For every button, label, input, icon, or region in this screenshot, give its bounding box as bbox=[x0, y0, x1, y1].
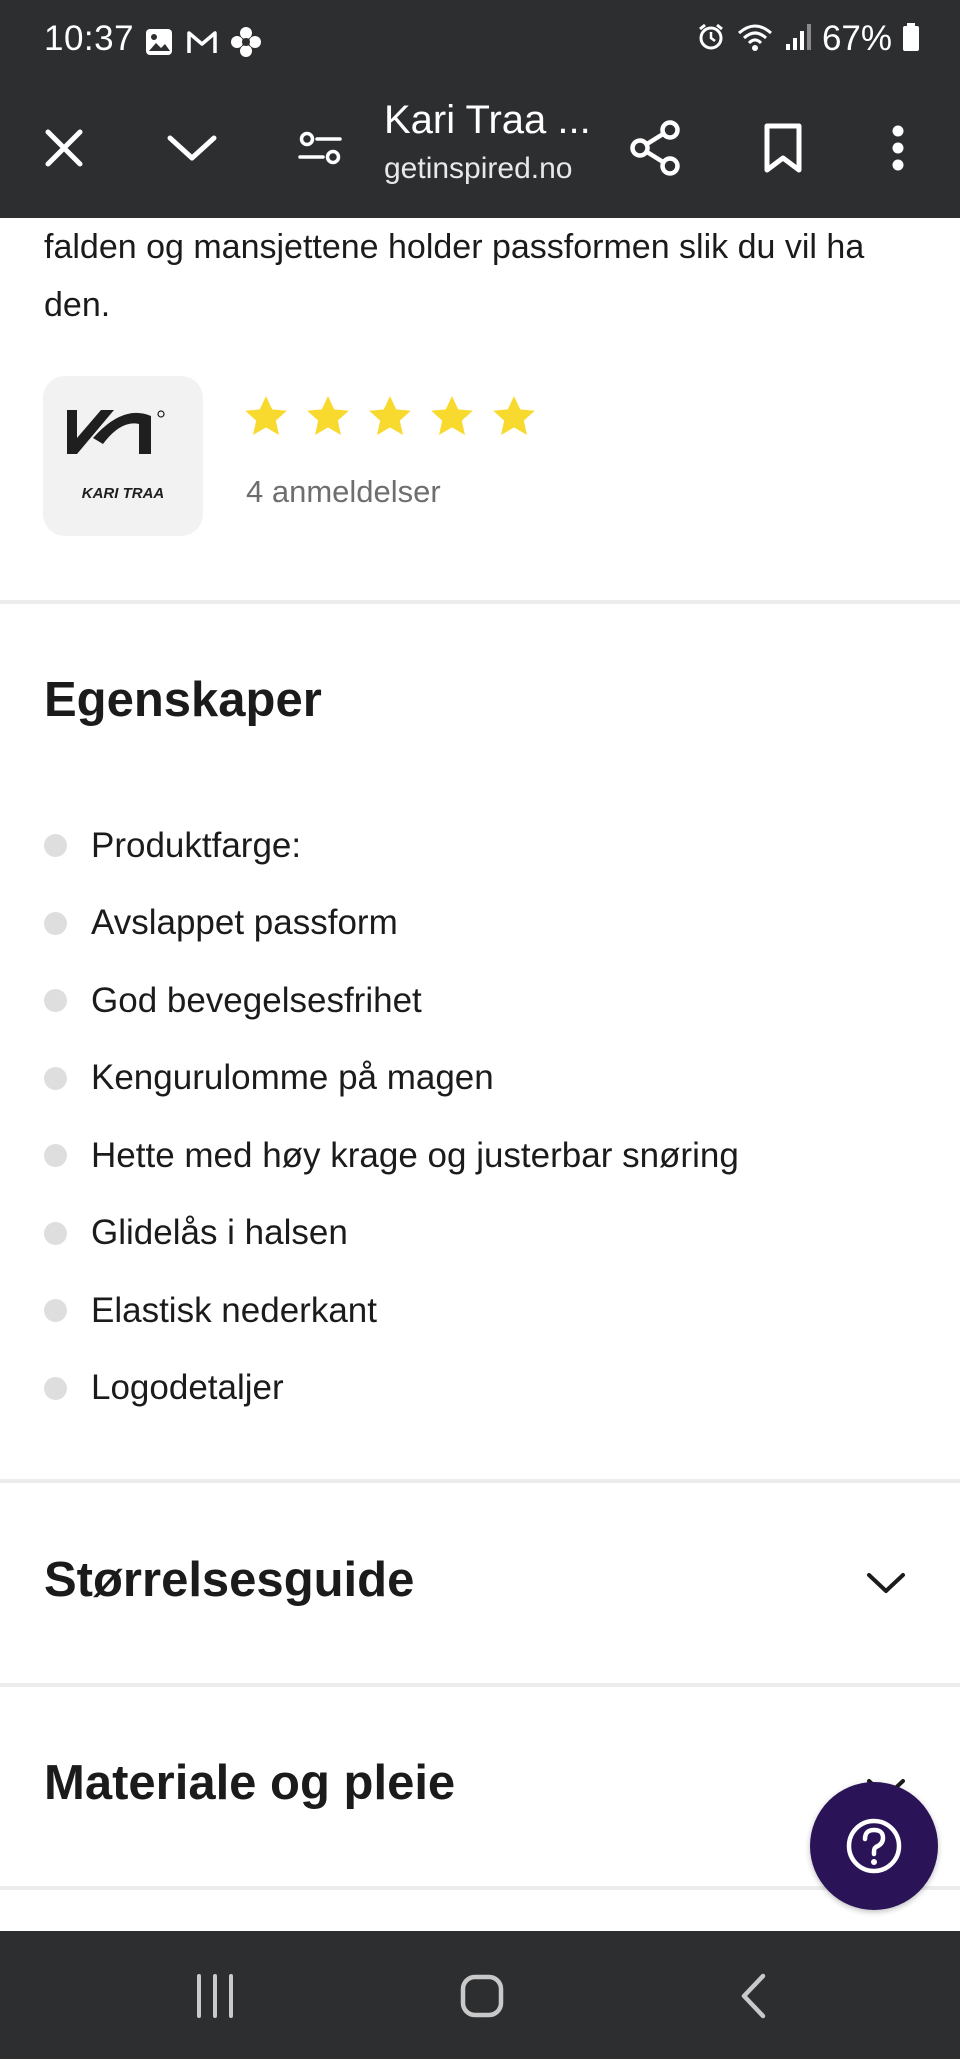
svg-text:KARI TRAA: KARI TRAA bbox=[82, 485, 165, 502]
bullet-icon bbox=[44, 1144, 67, 1168]
star-icon bbox=[369, 396, 411, 435]
feature-label: Hette med høy krage og justerbar snøring bbox=[91, 1135, 739, 1175]
recent-apps-icon[interactable] bbox=[180, 1961, 250, 2031]
feature-label: Logodetaljer bbox=[91, 1368, 284, 1408]
features-heading: Egenskaper bbox=[44, 673, 322, 727]
feature-label: God bevegelsesfrihet bbox=[91, 980, 422, 1020]
star-icon bbox=[431, 396, 473, 435]
list-item: Produktfarge: bbox=[0, 807, 960, 885]
brand-logo[interactable]: KARI TRAA bbox=[43, 376, 203, 536]
material-care-heading: Materiale og pleie bbox=[44, 1756, 456, 1810]
size-guide-heading: Størrelsesguide bbox=[44, 1553, 415, 1607]
list-item: Hette med høy krage og justerbar snøring bbox=[0, 1117, 960, 1195]
bullet-icon bbox=[44, 911, 67, 935]
battery-icon bbox=[902, 22, 920, 57]
star-icon bbox=[493, 396, 535, 435]
feature-label: Kengurulomme på magen bbox=[91, 1058, 494, 1098]
battery-percentage: 67% bbox=[821, 19, 892, 58]
custom-tab-toolbar: Kari Traa ... getinspired.no bbox=[0, 82, 960, 218]
star-icon bbox=[245, 396, 287, 435]
list-item: Kengurulomme på magen bbox=[0, 1040, 960, 1118]
list-item: Avslappet passform bbox=[0, 885, 960, 963]
status-time: 10:37 bbox=[44, 19, 135, 58]
gmail-icon bbox=[186, 28, 218, 61]
bullet-icon bbox=[44, 1066, 67, 1090]
bullet-icon bbox=[44, 834, 67, 858]
bullet-icon bbox=[44, 1221, 67, 1245]
page-domain: getinspired.no bbox=[384, 152, 573, 185]
bookmark-icon[interactable] bbox=[751, 116, 815, 180]
alarm-icon bbox=[696, 22, 726, 57]
share-icon[interactable] bbox=[623, 116, 687, 180]
feature-label: Produktfarge: bbox=[91, 825, 302, 865]
list-item: Elastisk nederkant bbox=[0, 1272, 960, 1350]
page-title: Kari Traa ... bbox=[384, 98, 591, 142]
feature-label: Glidelås i halsen bbox=[91, 1213, 348, 1253]
bullet-icon bbox=[44, 989, 67, 1013]
kari-traa-logo: KARI TRAA bbox=[67, 410, 165, 502]
bullet-icon bbox=[44, 1376, 67, 1400]
list-item: Glidelås i halsen bbox=[0, 1195, 960, 1273]
list-item: Logodetaljer bbox=[0, 1350, 960, 1428]
help-icon bbox=[846, 1818, 902, 1874]
wifi-icon bbox=[736, 22, 774, 57]
bullet-icon bbox=[44, 1299, 67, 1323]
feature-label: Elastisk nederkant bbox=[91, 1290, 377, 1330]
list-item: God bevegelsesfrihet bbox=[0, 962, 960, 1040]
features-list: Produktfarge: Avslappet passform God bev… bbox=[0, 807, 960, 1427]
back-icon[interactable] bbox=[718, 1961, 788, 2031]
status-right: 67% bbox=[696, 19, 920, 59]
chevron-down-icon[interactable] bbox=[160, 116, 224, 180]
feature-label: Avslappet passform bbox=[91, 903, 398, 943]
more-vert-icon[interactable] bbox=[866, 116, 930, 180]
section-divider bbox=[0, 1886, 960, 1890]
star-icon bbox=[307, 396, 349, 435]
chevron-down-icon[interactable] bbox=[860, 1557, 912, 1609]
notification-icons bbox=[144, 26, 262, 63]
rating-stars[interactable] bbox=[242, 393, 538, 441]
section-divider bbox=[0, 600, 960, 604]
help-button[interactable] bbox=[810, 1782, 938, 1910]
review-count-link[interactable]: 4 anmeldelser bbox=[246, 474, 441, 510]
home-icon[interactable] bbox=[447, 1961, 517, 2031]
page-settings-icon[interactable] bbox=[288, 116, 352, 180]
gallery-icon bbox=[144, 27, 174, 62]
close-icon[interactable] bbox=[32, 116, 96, 180]
status-bar: 10:37 67% bbox=[0, 0, 960, 82]
flower-icon bbox=[230, 26, 262, 63]
product-description: falden og mansjettene holder passformen … bbox=[44, 228, 865, 324]
system-nav-bar bbox=[0, 1931, 960, 2059]
signal-icon bbox=[784, 22, 812, 57]
size-guide-accordion[interactable]: Størrelsesguide bbox=[0, 1483, 960, 1683]
